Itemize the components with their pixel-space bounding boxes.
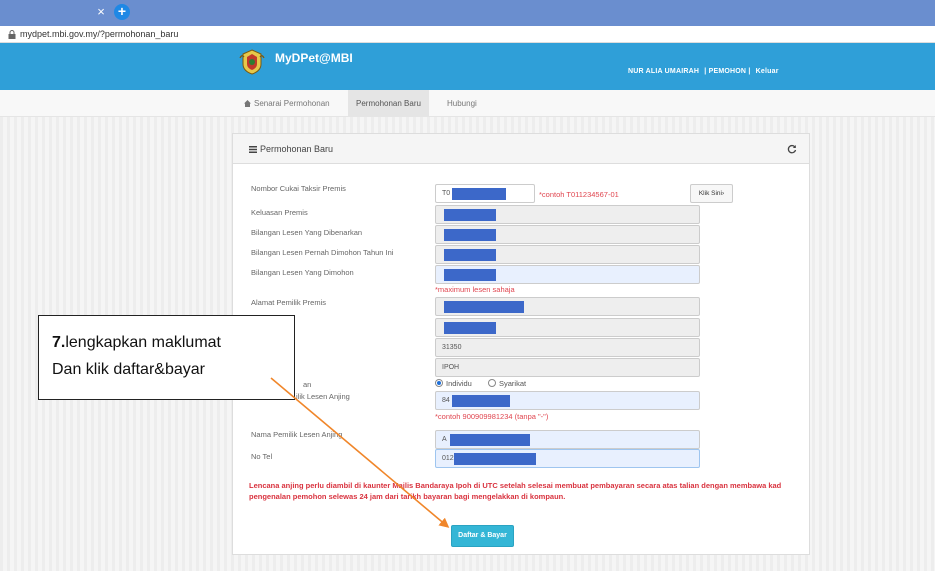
user-info: NUR ALIA UMAIRAH | PEMOHON | Keluar: [628, 68, 779, 75]
main-nav: Senarai Permohonan Permohonan Baru Hubun…: [0, 90, 935, 117]
field-value: 31350: [442, 344, 462, 351]
redaction-box: [452, 395, 510, 407]
separator: |: [748, 68, 751, 75]
klik-sini-button[interactable]: Klik Sini›: [690, 184, 733, 203]
input-value: T0: [442, 190, 451, 197]
label-dimohon: Bilangan Lesen Yang Dimohon: [251, 268, 354, 277]
site-title: MyDPet@MBI: [275, 51, 353, 65]
label-cukai-taksir: Nombor Cukai Taksir Premis: [251, 184, 346, 193]
separator: |: [704, 68, 707, 75]
input-nama-pemilik[interactable]: A: [435, 430, 700, 449]
badge-collection-notice: Lencana anjing perlu diambil di kaunter …: [249, 481, 782, 501]
url-text: mydpet.mbi.gov.my/?permohonan_baru: [20, 29, 179, 39]
nav-permohonan-baru[interactable]: Permohonan Baru: [348, 90, 429, 117]
redaction-box: [444, 322, 496, 334]
radio-individu[interactable]: [435, 379, 443, 387]
nav-senarai-permohonan[interactable]: Senarai Permohonan: [236, 90, 338, 117]
panel-title-text: Permohonan Baru: [260, 144, 334, 154]
input-dimohon[interactable]: [435, 265, 700, 284]
field-bandar: IPOH: [435, 358, 700, 377]
field-dibenarkan: [435, 225, 700, 244]
user-role: PEMOHON: [708, 68, 747, 75]
redaction-box: [444, 209, 496, 221]
close-tab-icon[interactable]: ×: [94, 5, 108, 19]
chevron-right-icon: ›: [721, 190, 725, 197]
field-alamat-2: [435, 318, 700, 337]
application-form-panel: Permohonan Baru Nombor Cukai Taksir Prem…: [232, 133, 810, 555]
label-ic-pemilik: ilik Lesen Anjing: [296, 392, 350, 401]
hint-dimohon: *maximum lesen sahaja: [435, 285, 515, 294]
input-cukai-taksir[interactable]: T0: [435, 184, 535, 203]
refresh-icon[interactable]: [787, 144, 797, 154]
field-value: IPOH: [442, 364, 460, 371]
home-icon: [244, 100, 251, 107]
redaction-box: [452, 188, 506, 200]
panel-header: Permohonan Baru: [233, 134, 809, 164]
label-pernah-dimohon: Bilangan Lesen Pernah Dimohon Tahun Ini: [251, 248, 394, 257]
label-dibenarkan: Bilangan Lesen Yang Dibenarkan: [251, 228, 363, 237]
nav-label: Senarai Permohonan: [254, 99, 330, 108]
field-keluasan: [435, 205, 700, 224]
callout-text: lengkapkan maklumat: [65, 334, 221, 351]
new-tab-icon[interactable]: +: [114, 4, 130, 20]
field-pernah-dimohon: [435, 245, 700, 264]
field-alamat-1: [435, 297, 700, 316]
input-value: A: [442, 436, 447, 443]
label-no-tel: No Tel: [251, 452, 273, 461]
input-value: 012: [442, 455, 454, 462]
hint-cukai: *contoh T011234567-01: [539, 190, 619, 199]
address-bar[interactable]: mydpet.mbi.gov.my/?permohonan_baru: [0, 26, 935, 43]
callout-line-2: Dan klik daftar&bayar: [52, 361, 205, 378]
input-value: 84: [442, 397, 450, 404]
hint-ic: *contoh 900909981234 (tanpa "-"): [435, 412, 549, 421]
nav-label: Hubungi: [447, 99, 477, 108]
label-keluasan: Keluasan Premis: [251, 208, 308, 217]
input-no-tel[interactable]: 012: [435, 449, 700, 468]
nav-label: Permohonan Baru: [356, 99, 421, 108]
list-icon: [249, 146, 257, 153]
field-poskod: 31350: [435, 338, 700, 357]
redaction-box: [444, 249, 496, 261]
redaction-box: [444, 301, 524, 313]
callout-line-1: 7.lengkapkan maklumat: [52, 329, 281, 356]
redaction-box: [444, 269, 496, 281]
nav-hubungi[interactable]: Hubungi: [439, 90, 485, 117]
instruction-callout: 7.lengkapkan maklumat Dan klik daftar&ba…: [38, 315, 295, 400]
label-jenis-pemohon: an: [303, 380, 312, 389]
redaction-box: [450, 434, 530, 446]
label-alamat: Alamat Pemilik Premis: [251, 298, 327, 307]
redaction-box: [444, 229, 496, 241]
label-nama-pemilik: Nama Pemilik Lesen Anjing: [251, 430, 343, 439]
panel-title: Permohonan Baru: [249, 144, 333, 154]
mbi-crest-logo: [239, 49, 265, 75]
step-number: 7.: [52, 334, 66, 351]
logout-link[interactable]: Keluar: [756, 68, 779, 75]
radio-individu-label: Individu: [446, 379, 472, 388]
daftar-bayar-button[interactable]: Daftar & Bayar: [451, 525, 514, 547]
button-label: Klik Sini: [698, 190, 722, 197]
redaction-box: [454, 453, 536, 465]
browser-tab-strip: × +: [0, 0, 935, 26]
radio-syarikat-label: Syarikat: [499, 379, 527, 388]
site-header: MyDPet@MBI NUR ALIA UMAIRAH | PEMOHON | …: [0, 43, 935, 90]
lock-icon: [8, 30, 16, 39]
user-name: NUR ALIA UMAIRAH: [628, 68, 700, 75]
input-ic-pemilik[interactable]: 84: [435, 391, 700, 410]
radio-syarikat[interactable]: [488, 379, 496, 387]
